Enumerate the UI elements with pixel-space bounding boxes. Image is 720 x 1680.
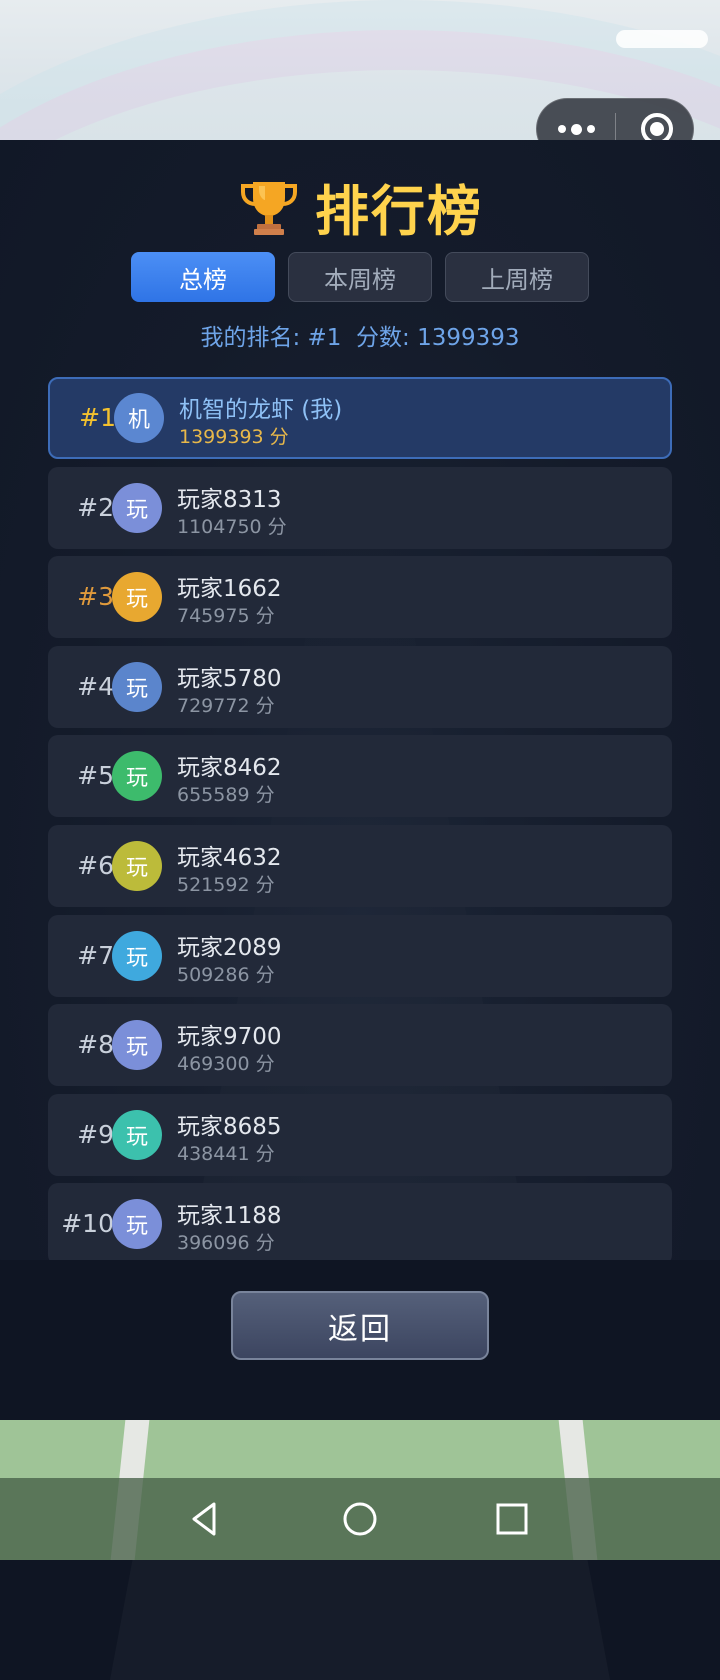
leaderboard-tabs: 总榜 本周榜 上周榜 [131,252,589,302]
ranking-row[interactable]: #9 玩 玩家8685 438441 分 [48,1093,672,1176]
ranking-row[interactable]: #3 玩 玩家1662 745975 分 [48,556,672,639]
back-button[interactable]: 返回 [231,1291,489,1360]
tab-last-week[interactable]: 上周榜 [445,252,589,302]
ranking-row[interactable]: #4 玩 玩家5780 729772 分 [48,645,672,728]
my-rank-summary: 我的排名: #1 分数: 1399393 [200,325,520,351]
system-navigation-bar [0,1478,720,1560]
player-name: 玩家1188 [177,1203,282,1230]
avatar: 玩 [112,930,162,981]
player-name: 机智的龙虾 (我) [179,397,343,423]
avatar: 玩 [112,1109,162,1160]
ranking-row[interactable]: #6 玩 玩家4632 521592 分 [48,824,672,907]
ranking-row[interactable]: #7 玩 玩家2089 509286 分 [48,914,672,997]
ranking-row-me[interactable]: #1 机 机智的龙虾 (我) 1399393 分 [48,377,672,459]
footer-bar: 返回 [0,1260,720,1420]
player-name: 玩家8313 [177,486,282,513]
recents-square-icon[interactable] [491,1498,533,1540]
player-name: 玩家5780 [177,665,282,692]
avatar: 玩 [112,751,162,802]
avatar: 玩 [112,661,162,712]
home-circle-icon[interactable] [339,1498,381,1540]
ranking-list[interactable]: #1 机 机智的龙虾 (我) 1399393 分 #2 玩 玩家8313 110… [48,377,672,1273]
page-title: 排行榜 [315,179,483,243]
player-score: 469300 分 [177,1053,275,1076]
player-score: 655589 分 [177,784,275,807]
player-name: 玩家1662 [177,576,282,603]
avatar: 玩 [112,482,162,533]
player-score: 1399393 分 [179,426,289,448]
ranking-row[interactable]: #5 玩 玩家8462 655589 分 [48,735,672,818]
ranking-row[interactable]: #2 玩 玩家8313 1104750 分 [48,466,672,549]
player-score: 396096 分 [177,1232,275,1255]
player-name: 玩家8462 [177,755,282,782]
player-name: 玩家2089 [177,934,282,961]
title-row: 排行榜 [0,168,720,244]
trophy-icon [241,182,297,235]
player-name: 玩家4632 [177,844,282,871]
player-name: 玩家9700 [177,1024,282,1051]
ranking-row[interactable]: #8 玩 玩家9700 469300 分 [48,1004,672,1087]
player-name: 玩家8685 [177,1113,282,1140]
player-score: 745975 分 [177,605,275,628]
tab-overall[interactable]: 总榜 [131,252,275,302]
avatar: 玩 [112,1199,162,1250]
ranking-row[interactable]: #10 玩 玩家1188 396096 分 [48,1183,672,1266]
avatar: 玩 [112,1020,162,1071]
player-score: 438441 分 [177,1142,275,1165]
player-score: 1104750 分 [177,515,287,538]
player-score: 729772 分 [177,694,275,717]
leaderboard-panel: 排行榜 总榜 本周榜 上周榜 我的排名: #1 分数: 1399393 #1 机… [0,140,720,1680]
avatar: 机 [114,393,164,443]
back-triangle-icon[interactable] [184,1498,226,1540]
player-score: 521592 分 [177,873,275,896]
cloud-decoration [616,30,708,48]
player-score: 509286 分 [177,963,275,986]
avatar: 玩 [112,572,162,623]
avatar: 玩 [112,840,162,891]
tab-this-week[interactable]: 本周榜 [288,252,432,302]
